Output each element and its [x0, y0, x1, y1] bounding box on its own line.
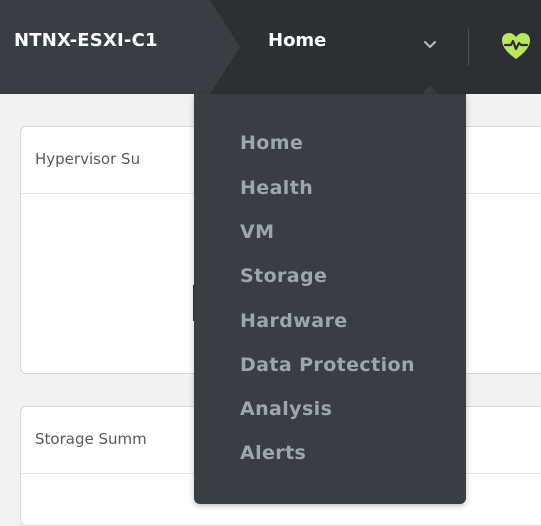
menu-item-vm[interactable]: VM — [240, 221, 274, 243]
menu-item-health[interactable]: Health — [240, 177, 313, 199]
cluster-name: NTNX-ESXI-C1 — [14, 30, 158, 51]
card-title: Storage Summ — [35, 430, 147, 448]
menu-item-analysis[interactable]: Analysis — [240, 398, 332, 420]
card-title: Hypervisor Su — [35, 150, 141, 168]
menu-item-hardware[interactable]: Hardware — [240, 310, 348, 332]
menu-item-storage[interactable]: Storage — [240, 265, 327, 287]
chevron-down-icon[interactable] — [422, 36, 438, 52]
nav-divider — [468, 28, 469, 66]
menu-item-home[interactable]: Home — [240, 132, 303, 154]
current-view-label[interactable]: Home — [268, 30, 326, 51]
menu-item-alerts[interactable]: Alerts — [240, 442, 306, 464]
top-nav-bar: NTNX-ESXI-C1 Home — [0, 0, 541, 94]
cluster-selector[interactable]: NTNX-ESXI-C1 — [0, 0, 240, 94]
menu-item-data-protection[interactable]: Data Protection — [240, 354, 415, 376]
main-nav-dropdown: Home Health VM Storage Hardware Data Pro… — [194, 94, 466, 504]
menu-caret — [422, 86, 438, 94]
heart-pulse-icon[interactable] — [498, 28, 534, 64]
